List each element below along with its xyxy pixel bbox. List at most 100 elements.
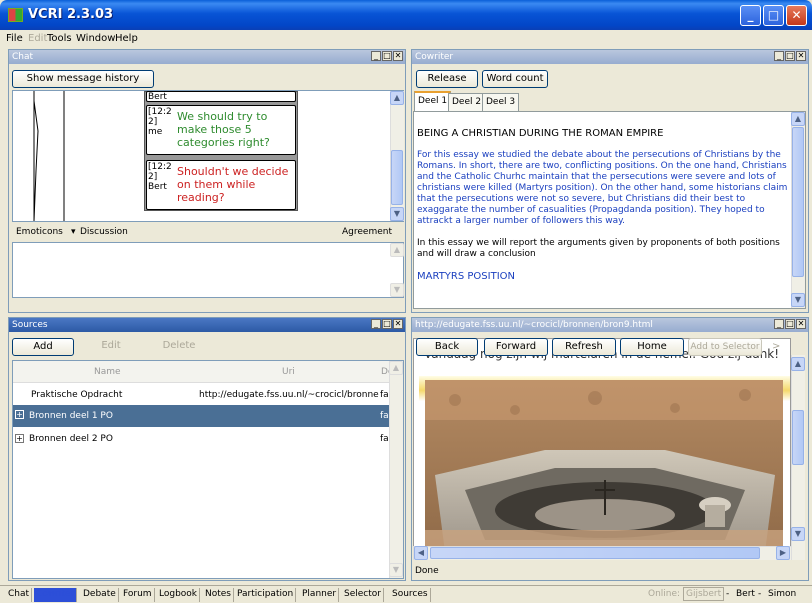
- maximize-button[interactable]: □: [763, 5, 784, 26]
- baptismal-font-photo: [425, 380, 783, 552]
- edit-source-button[interactable]: Edit: [80, 338, 142, 356]
- add-to-selector-button[interactable]: Add to Selector: [688, 338, 762, 356]
- tab-debate[interactable]: Debate: [81, 588, 119, 602]
- forward-button[interactable]: Forward: [484, 338, 548, 356]
- delete-source-button[interactable]: Delete: [148, 338, 210, 356]
- essay-content[interactable]: BEING A CHRISTIAN DURING THE ROMAN EMPIR…: [417, 128, 789, 293]
- chat-input[interactable]: [12, 242, 404, 298]
- sources-scrollbar[interactable]: [389, 361, 403, 578]
- refresh-button[interactable]: Refresh: [552, 338, 616, 356]
- expand-icon[interactable]: +: [15, 410, 24, 419]
- sources-panel-title: Sources _ □ ✕: [9, 318, 405, 332]
- online-label: Online:: [648, 589, 681, 599]
- browser-url-text: http://edugate.fss.uu.nl/~crocicl/bronne…: [415, 320, 653, 330]
- row-de: fa: [380, 411, 389, 421]
- essay-paragraph: In this essay we will report the argumen…: [417, 238, 780, 259]
- word-count-button[interactable]: Word count: [482, 70, 548, 88]
- panel-minimize-icon[interactable]: _: [371, 51, 381, 61]
- more-arrow-icon[interactable]: >: [772, 341, 780, 352]
- chat-message: [12:2 2] Bert Shouldn't we decide on the…: [146, 160, 296, 210]
- online-user[interactable]: Simon: [768, 589, 796, 599]
- tab-deel-1[interactable]: Deel 1: [414, 91, 452, 111]
- scroll-up-icon[interactable]: ▲: [791, 357, 805, 371]
- scroll-left-icon[interactable]: ◀: [414, 546, 428, 560]
- window-title: VCRI 2.3.03: [28, 7, 114, 22]
- tab-forum[interactable]: Forum: [121, 588, 155, 602]
- tab-participation[interactable]: Participation: [235, 588, 297, 602]
- home-button[interactable]: Home: [620, 338, 684, 356]
- scroll-up-icon[interactable]: ▲: [390, 243, 404, 257]
- row-name: Bronnen deel 1 PO: [29, 411, 113, 421]
- scroll-up-icon[interactable]: ▲: [390, 91, 404, 105]
- row-name: Bronnen deel 2 PO: [29, 434, 113, 444]
- show-message-history-button[interactable]: Show message history: [12, 70, 154, 88]
- column-header-de[interactable]: De: [381, 367, 389, 377]
- emoticons-menu[interactable]: Emoticons: [16, 227, 63, 237]
- scroll-thumb[interactable]: [792, 410, 804, 465]
- back-button[interactable]: Back: [416, 338, 478, 356]
- scroll-down-icon[interactable]: ▼: [791, 293, 805, 307]
- discussion-menu[interactable]: Discussion: [80, 227, 128, 237]
- menu-window[interactable]: Window: [76, 33, 115, 44]
- column-header-uri[interactable]: Uri: [282, 367, 295, 377]
- scroll-up-icon[interactable]: ▲: [791, 112, 805, 126]
- scroll-thumb[interactable]: [792, 127, 804, 277]
- row-de: fa: [380, 434, 389, 444]
- panel-maximize-icon[interactable]: □: [785, 51, 795, 61]
- expand-icon[interactable]: +: [15, 434, 24, 443]
- column-header-name[interactable]: Name: [94, 367, 121, 377]
- scroll-down-icon[interactable]: ▼: [390, 207, 404, 221]
- close-button[interactable]: ✕: [786, 5, 807, 26]
- essay-subheading: MARTYRS POSITION: [417, 271, 515, 282]
- table-row[interactable]: + Bronnen deel 2 PO fa: [13, 429, 389, 449]
- row-de: fa: [380, 390, 389, 400]
- scroll-thumb[interactable]: [430, 547, 760, 559]
- panel-minimize-icon[interactable]: _: [774, 319, 784, 329]
- online-user[interactable]: Gijsbert: [683, 587, 725, 601]
- online-user[interactable]: Bert: [736, 589, 755, 599]
- panel-close-icon[interactable]: ✕: [796, 319, 806, 329]
- menu-edit[interactable]: Edit: [28, 33, 47, 44]
- agreement-label[interactable]: Agreement: [342, 227, 392, 237]
- scroll-right-icon[interactable]: ▶: [776, 546, 790, 560]
- release-button[interactable]: Release: [416, 70, 478, 88]
- panel-maximize-icon[interactable]: □: [382, 319, 392, 329]
- panel-maximize-icon[interactable]: □: [382, 51, 392, 61]
- user-separator: -: [726, 589, 730, 599]
- tab-notes[interactable]: Notes: [203, 588, 234, 602]
- scroll-down-icon[interactable]: ▼: [791, 527, 805, 541]
- browser-panel-title: http://edugate.fss.uu.nl/~crocicl/bronne…: [412, 318, 808, 332]
- scroll-down-icon[interactable]: ▼: [389, 563, 403, 577]
- title-bar[interactable]: [0, 0, 812, 30]
- panel-close-icon[interactable]: ✕: [393, 319, 403, 329]
- scroll-up-icon[interactable]: ▲: [389, 361, 403, 375]
- panel-maximize-icon[interactable]: □: [785, 319, 795, 329]
- scroll-down-icon[interactable]: ▼: [390, 283, 404, 297]
- table-row-selected[interactable]: + Bronnen deel 1 PO fa: [13, 405, 389, 427]
- cowriter-panel-title: Cowriter _ □ ✕: [412, 50, 808, 64]
- menu-help[interactable]: Help: [115, 33, 138, 44]
- tab-chat[interactable]: Chat: [6, 588, 33, 602]
- minimize-button[interactable]: _: [740, 5, 761, 26]
- menu-tools[interactable]: Tools: [47, 33, 72, 44]
- discussion-map: [33, 91, 65, 221]
- message-text: Shouldn't we decide on them while readin…: [177, 165, 289, 204]
- cowriter-title-text: Cowriter: [415, 52, 454, 62]
- tab-cowriter[interactable]: Cowriter: [34, 588, 78, 602]
- tab-deel-2[interactable]: Deel 2: [448, 93, 486, 111]
- panel-close-icon[interactable]: ✕: [393, 51, 403, 61]
- tab-selector[interactable]: Selector: [342, 588, 384, 602]
- table-row[interactable]: Praktische Opdracht http://edugate.fss.u…: [13, 385, 389, 405]
- tab-sources[interactable]: Sources: [390, 588, 431, 602]
- scroll-thumb[interactable]: [391, 150, 403, 205]
- tab-deel-3[interactable]: Deel 3: [482, 93, 520, 111]
- message-timestamp: [12:2 2] me: [148, 107, 172, 137]
- panel-close-icon[interactable]: ✕: [796, 51, 806, 61]
- tab-logbook[interactable]: Logbook: [157, 588, 201, 602]
- tab-planner[interactable]: Planner: [300, 588, 340, 602]
- add-source-button[interactable]: Add: [12, 338, 74, 356]
- menu-file[interactable]: File: [6, 33, 23, 44]
- panel-minimize-icon[interactable]: _: [371, 319, 381, 329]
- panel-minimize-icon[interactable]: _: [774, 51, 784, 61]
- dropdown-arrow-icon[interactable]: ▾: [71, 227, 76, 237]
